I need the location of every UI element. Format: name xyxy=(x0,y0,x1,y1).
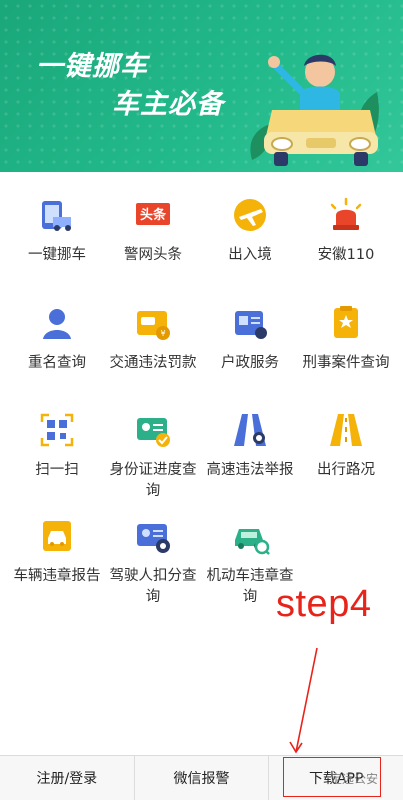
register-login-tab[interactable]: 注册/登录 xyxy=(0,756,135,800)
wechat-report-tab[interactable]: 微信报警 xyxy=(135,756,270,800)
annotation-arrow xyxy=(289,647,318,754)
watermark: 定远公安 xyxy=(330,772,379,786)
